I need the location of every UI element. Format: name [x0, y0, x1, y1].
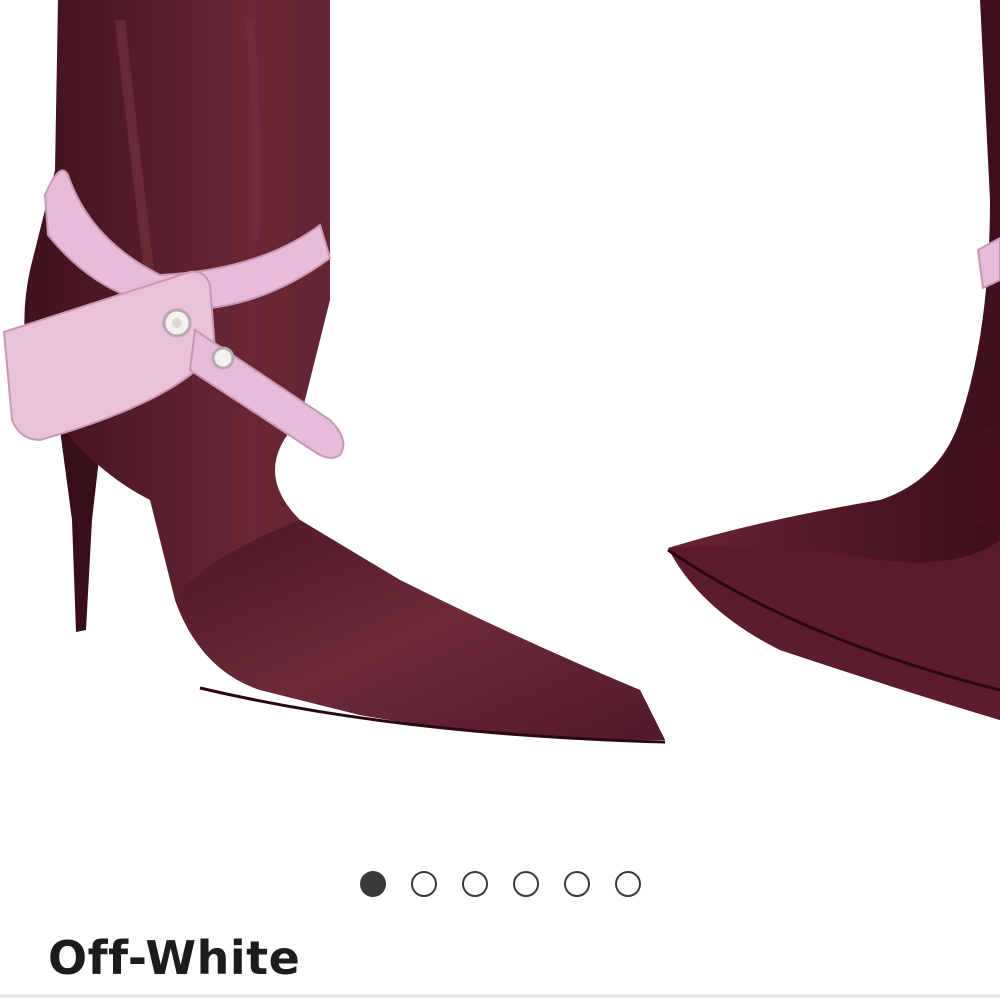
product-image-carousel[interactable] [0, 0, 1000, 780]
divider [0, 994, 1000, 998]
ankle-boot-image [2, 0, 1000, 744]
carousel-dot-2[interactable] [410, 871, 437, 897]
carousel-dot-1[interactable] [359, 871, 386, 897]
carousel-dot-3[interactable] [461, 871, 488, 897]
brand-name[interactable]: Off-White [48, 928, 300, 988]
carousel-dot-4[interactable] [512, 871, 539, 897]
carousel-dot-6[interactable] [614, 871, 641, 897]
carousel-dot-5[interactable] [563, 871, 590, 897]
carousel-pagination [0, 868, 1000, 900]
product-page: Off-White [0, 0, 1000, 998]
